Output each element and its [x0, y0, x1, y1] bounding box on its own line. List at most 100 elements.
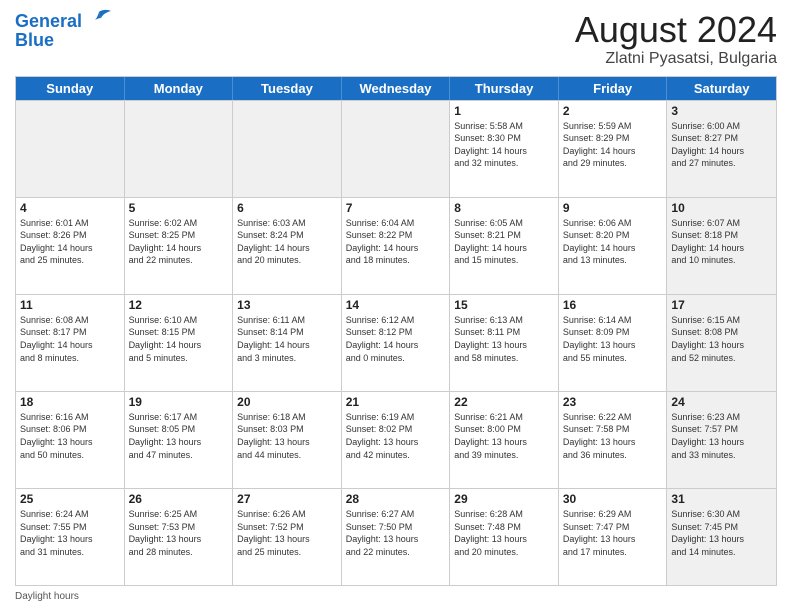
- calendar-header-cell: Wednesday: [342, 77, 451, 100]
- day-number: 6: [237, 201, 337, 215]
- day-info: Sunrise: 6:12 AM Sunset: 8:12 PM Dayligh…: [346, 314, 446, 364]
- day-info: Sunrise: 6:02 AM Sunset: 8:25 PM Dayligh…: [129, 217, 229, 267]
- day-info: Sunrise: 5:59 AM Sunset: 8:29 PM Dayligh…: [563, 120, 663, 170]
- calendar-cell: [233, 101, 342, 197]
- day-number: 25: [20, 492, 120, 506]
- footer-note: Daylight hours: [15, 591, 777, 602]
- day-number: 19: [129, 395, 229, 409]
- calendar-cell: 13 Sunrise: 6:11 AM Sunset: 8:14 PM Dayli…: [233, 295, 342, 391]
- calendar-cell: 5 Sunrise: 6:02 AM Sunset: 8:25 PM Daylig…: [125, 198, 234, 294]
- calendar-cell: 18Sunrise: 6:16 AM Sunset: 8:06 PM Dayli…: [16, 392, 125, 488]
- day-number: 20: [237, 395, 337, 409]
- logo-general: General: [15, 12, 82, 32]
- day-info: Sunrise: 6:22 AM Sunset: 7:58 PM Dayligh…: [563, 411, 663, 461]
- day-info: Sunrise: 6:03 AM Sunset: 8:24 PM Dayligh…: [237, 217, 337, 267]
- calendar-cell: [125, 101, 234, 197]
- day-info: Sunrise: 6:05 AM Sunset: 8:21 PM Dayligh…: [454, 217, 554, 267]
- calendar-week: 11Sunrise: 6:08 AM Sunset: 8:17 PM Dayli…: [16, 294, 776, 391]
- calendar-cell: 1 Sunrise: 5:58 AM Sunset: 8:30 PM Daylig…: [450, 101, 559, 197]
- day-info: Sunrise: 6:01 AM Sunset: 8:26 PM Dayligh…: [20, 217, 120, 267]
- day-info: Sunrise: 5:58 AM Sunset: 8:30 PM Dayligh…: [454, 120, 554, 170]
- page: General Blue August 2024 Zlatni Pyasatsi…: [0, 0, 792, 612]
- day-number: 28: [346, 492, 446, 506]
- calendar-header-cell: Saturday: [667, 77, 776, 100]
- calendar-cell: 22 Sunrise: 6:21 AM Sunset: 8:00 PM Dayli…: [450, 392, 559, 488]
- calendar-week: 18Sunrise: 6:16 AM Sunset: 8:06 PM Dayli…: [16, 391, 776, 488]
- calendar-cell: 26 Sunrise: 6:25 AM Sunset: 7:53 PM Dayli…: [125, 489, 234, 585]
- day-number: 24: [671, 395, 772, 409]
- day-info: Sunrise: 6:29 AM Sunset: 7:47 PM Dayligh…: [563, 508, 663, 558]
- calendar-cell: 31 Sunrise: 6:30 AM Sunset: 7:45 PM Dayli…: [667, 489, 776, 585]
- day-info: Sunrise: 6:15 AM Sunset: 8:08 PM Dayligh…: [671, 314, 772, 364]
- calendar-week: 1 Sunrise: 5:58 AM Sunset: 8:30 PM Daylig…: [16, 100, 776, 197]
- day-number: 13: [237, 298, 337, 312]
- calendar-cell: 3 Sunrise: 6:00 AM Sunset: 8:27 PM Daylig…: [667, 101, 776, 197]
- calendar-cell: 25 Sunrise: 6:24 AM Sunset: 7:55 PM Dayli…: [16, 489, 125, 585]
- day-info: Sunrise: 6:30 AM Sunset: 7:45 PM Dayligh…: [671, 508, 772, 558]
- day-number: 22: [454, 395, 554, 409]
- day-info: Sunrise: 6:24 AM Sunset: 7:55 PM Dayligh…: [20, 508, 120, 558]
- day-info: Sunrise: 6:04 AM Sunset: 8:22 PM Dayligh…: [346, 217, 446, 267]
- day-number: 21: [346, 395, 446, 409]
- day-number: 16: [563, 298, 663, 312]
- calendar-header-cell: Thursday: [450, 77, 559, 100]
- day-number: 11: [20, 298, 120, 312]
- day-info: Sunrise: 6:26 AM Sunset: 7:52 PM Dayligh…: [237, 508, 337, 558]
- header: General Blue August 2024 Zlatni Pyasatsi…: [15, 10, 777, 68]
- day-number: 9: [563, 201, 663, 215]
- calendar-cell: 12Sunrise: 6:10 AM Sunset: 8:15 PM Dayli…: [125, 295, 234, 391]
- calendar-week: 4 Sunrise: 6:01 AM Sunset: 8:26 PM Daylig…: [16, 197, 776, 294]
- calendar-header-cell: Monday: [125, 77, 234, 100]
- calendar-cell: 24 Sunrise: 6:23 AM Sunset: 7:57 PM Dayli…: [667, 392, 776, 488]
- calendar-cell: 14Sunrise: 6:12 AM Sunset: 8:12 PM Dayli…: [342, 295, 451, 391]
- day-info: Sunrise: 6:11 AM Sunset: 8:14 PM Dayligh…: [237, 314, 337, 364]
- day-number: 8: [454, 201, 554, 215]
- calendar-week: 25 Sunrise: 6:24 AM Sunset: 7:55 PM Dayli…: [16, 488, 776, 585]
- day-info: Sunrise: 6:23 AM Sunset: 7:57 PM Dayligh…: [671, 411, 772, 461]
- calendar-cell: [342, 101, 451, 197]
- calendar-cell: 29 Sunrise: 6:28 AM Sunset: 7:48 PM Dayli…: [450, 489, 559, 585]
- day-info: Sunrise: 6:19 AM Sunset: 8:02 PM Dayligh…: [346, 411, 446, 461]
- calendar-cell: 9Sunrise: 6:06 AM Sunset: 8:20 PM Daylig…: [559, 198, 668, 294]
- calendar-cell: 30 Sunrise: 6:29 AM Sunset: 7:47 PM Dayli…: [559, 489, 668, 585]
- page-title: August 2024: [575, 10, 777, 50]
- day-number: 30: [563, 492, 663, 506]
- day-number: 17: [671, 298, 772, 312]
- day-number: 27: [237, 492, 337, 506]
- day-number: 29: [454, 492, 554, 506]
- calendar-body: 1 Sunrise: 5:58 AM Sunset: 8:30 PM Daylig…: [16, 100, 776, 585]
- day-info: Sunrise: 6:21 AM Sunset: 8:00 PM Dayligh…: [454, 411, 554, 461]
- calendar-header-cell: Friday: [559, 77, 668, 100]
- day-info: Sunrise: 6:13 AM Sunset: 8:11 PM Dayligh…: [454, 314, 554, 364]
- day-info: Sunrise: 6:27 AM Sunset: 7:50 PM Dayligh…: [346, 508, 446, 558]
- calendar-cell: 15Sunrise: 6:13 AM Sunset: 8:11 PM Dayli…: [450, 295, 559, 391]
- day-number: 5: [129, 201, 229, 215]
- day-number: 18: [20, 395, 120, 409]
- day-number: 23: [563, 395, 663, 409]
- day-number: 1: [454, 104, 554, 118]
- calendar-cell: 4 Sunrise: 6:01 AM Sunset: 8:26 PM Daylig…: [16, 198, 125, 294]
- calendar-cell: 23 Sunrise: 6:22 AM Sunset: 7:58 PM Dayli…: [559, 392, 668, 488]
- day-info: Sunrise: 6:17 AM Sunset: 8:05 PM Dayligh…: [129, 411, 229, 461]
- day-number: 3: [671, 104, 772, 118]
- day-number: 31: [671, 492, 772, 506]
- day-info: Sunrise: 6:25 AM Sunset: 7:53 PM Dayligh…: [129, 508, 229, 558]
- day-number: 2: [563, 104, 663, 118]
- day-info: Sunrise: 6:28 AM Sunset: 7:48 PM Dayligh…: [454, 508, 554, 558]
- logo-bird-icon: [85, 6, 113, 34]
- day-number: 26: [129, 492, 229, 506]
- day-info: Sunrise: 6:00 AM Sunset: 8:27 PM Dayligh…: [671, 120, 772, 170]
- calendar-cell: 11Sunrise: 6:08 AM Sunset: 8:17 PM Dayli…: [16, 295, 125, 391]
- calendar-cell: 28 Sunrise: 6:27 AM Sunset: 7:50 PM Dayli…: [342, 489, 451, 585]
- title-block: August 2024 Zlatni Pyasatsi, Bulgaria: [575, 10, 777, 68]
- calendar-cell: 27 Sunrise: 6:26 AM Sunset: 7:52 PM Dayli…: [233, 489, 342, 585]
- day-info: Sunrise: 6:10 AM Sunset: 8:15 PM Dayligh…: [129, 314, 229, 364]
- calendar-cell: 21 Sunrise: 6:19 AM Sunset: 8:02 PM Dayli…: [342, 392, 451, 488]
- calendar-header-row: SundayMondayTuesdayWednesdayThursdayFrid…: [16, 77, 776, 100]
- day-info: Sunrise: 6:07 AM Sunset: 8:18 PM Dayligh…: [671, 217, 772, 267]
- day-info: Sunrise: 6:14 AM Sunset: 8:09 PM Dayligh…: [563, 314, 663, 364]
- calendar-cell: 2 Sunrise: 5:59 AM Sunset: 8:29 PM Daylig…: [559, 101, 668, 197]
- calendar-cell: 8 Sunrise: 6:05 AM Sunset: 8:21 PM Daylig…: [450, 198, 559, 294]
- day-number: 4: [20, 201, 120, 215]
- page-subtitle: Zlatni Pyasatsi, Bulgaria: [575, 50, 777, 68]
